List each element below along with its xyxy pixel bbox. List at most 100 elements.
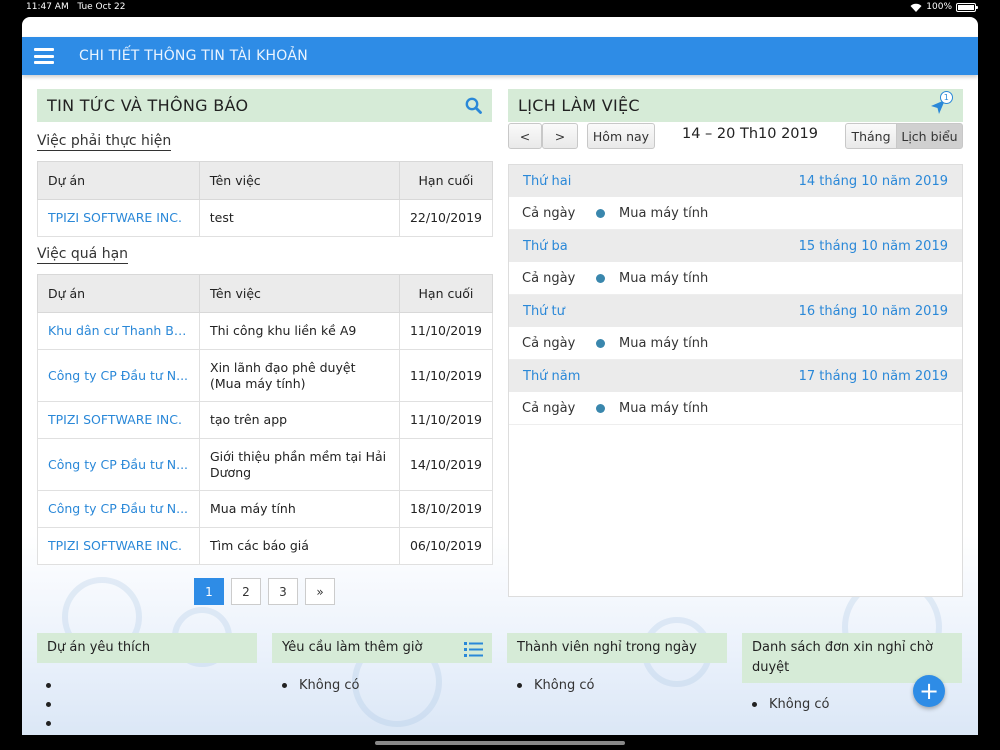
status-time: 11:47 AM Tue Oct 22 xyxy=(26,2,126,12)
task-name: Thi công khu liền kề A9 xyxy=(199,312,400,350)
due-date: 22/10/2019 xyxy=(398,199,494,237)
calendar-event[interactable]: Cả ngày Mua máy tính xyxy=(509,262,962,295)
project-link[interactable]: TPIZI SOFTWARE INC. xyxy=(37,199,200,237)
prev-week-button[interactable]: < xyxy=(508,123,542,149)
due-date: 11/10/2019 xyxy=(398,312,494,350)
event-dot-icon xyxy=(596,208,605,218)
full-date[interactable]: 16 tháng 10 năm 2019 xyxy=(799,304,948,319)
list-item[interactable] xyxy=(46,714,63,733)
table-row[interactable]: Công ty CP Đầu tư N... Xin lãnh đạo phê … xyxy=(37,349,494,402)
calendar-event[interactable]: Cả ngày Mua máy tính xyxy=(509,197,962,230)
event-time: Cả ngày xyxy=(522,335,576,351)
battery-icon xyxy=(956,2,978,12)
task-name: Tìm các báo giá xyxy=(199,527,400,565)
day-header: Thứ ba 15 tháng 10 năm 2019 xyxy=(509,230,962,262)
full-date[interactable]: 14 tháng 10 năm 2019 xyxy=(799,174,948,189)
day-header: Thứ hai 14 tháng 10 năm 2019 xyxy=(509,165,962,197)
event-dot-icon xyxy=(596,273,605,283)
calendar-header-label: LỊCH LÀM VIỆC xyxy=(518,96,640,115)
page-title: CHI TIẾT THÔNG TIN TÀI KHOẢN xyxy=(79,48,308,64)
search-icon[interactable] xyxy=(465,97,482,114)
news-header: TIN TỨC VÀ THÔNG BÁO xyxy=(37,89,492,122)
pagination: 1 2 3 » xyxy=(194,578,335,605)
overdue-section-title: Việc quá hạn xyxy=(37,246,129,264)
weekday[interactable]: Thứ tư xyxy=(523,304,565,319)
wifi-icon xyxy=(910,3,922,12)
home-indicator[interactable] xyxy=(375,741,625,745)
add-button[interactable]: + xyxy=(913,675,945,707)
due-date: 14/10/2019 xyxy=(398,438,494,491)
page-2-button[interactable]: 2 xyxy=(231,578,261,605)
month-view-button[interactable]: Tháng xyxy=(845,123,897,149)
table-row[interactable]: TPIZI SOFTWARE INC. test 22/10/2019 xyxy=(37,199,494,237)
app-screen: CHI TIẾT THÔNG TIN TÀI KHOẢN TIN TỨC VÀ … xyxy=(22,17,978,735)
table-row[interactable]: TPIZI SOFTWARE INC. Tìm các báo giá 06/1… xyxy=(37,527,494,565)
leave-today-header: Thành viên nghỉ trong ngày xyxy=(507,633,727,663)
list-item: Không có xyxy=(517,676,594,695)
due-date: 06/10/2019 xyxy=(398,527,494,565)
table-row[interactable]: Khu dân cư Thanh Bì... Thi công khu liền… xyxy=(37,312,494,350)
list-item[interactable] xyxy=(46,676,63,695)
project-link[interactable]: Công ty CP Đầu tư N... xyxy=(37,490,200,528)
pending-leave-list: Không có xyxy=(752,695,829,714)
overtime-header: Yêu cầu làm thêm giờ xyxy=(272,633,492,663)
status-bar: 11:47 AM Tue Oct 22 100% xyxy=(0,0,1000,16)
calendar-event[interactable]: Cả ngày Mua máy tính xyxy=(509,327,962,360)
table-row[interactable]: TPIZI SOFTWARE INC. tạo trên app 11/10/2… xyxy=(37,401,494,439)
list-item: Không có xyxy=(282,676,359,695)
favorites-list xyxy=(46,676,63,733)
event-dot-icon xyxy=(596,338,605,348)
table-row[interactable]: Công ty CP Đầu tư N... Mua máy tính 18/1… xyxy=(37,490,494,528)
weekday[interactable]: Thứ ba xyxy=(523,239,568,254)
favorites-header: Dự án yêu thích xyxy=(37,633,257,663)
project-link[interactable]: TPIZI SOFTWARE INC. xyxy=(37,527,200,565)
overtime-list: Không có xyxy=(282,676,359,695)
full-date[interactable]: 15 tháng 10 năm 2019 xyxy=(799,239,948,254)
list-item: Không có xyxy=(752,695,829,714)
column-project: Dự án xyxy=(37,274,200,313)
day-header: Thứ tư 16 tháng 10 năm 2019 xyxy=(509,295,962,327)
task-name: test xyxy=(198,199,400,237)
due-date: 18/10/2019 xyxy=(398,490,494,528)
menu-icon[interactable] xyxy=(34,48,54,64)
next-week-button[interactable]: > xyxy=(542,123,578,149)
due-date: 11/10/2019 xyxy=(398,349,494,402)
today-button[interactable]: Hôm nay xyxy=(587,123,655,149)
calendar-list: Thứ hai 14 tháng 10 năm 2019 Cả ngày Mua m… xyxy=(508,164,963,597)
event-dot-icon xyxy=(596,403,605,413)
project-link[interactable]: Khu dân cư Thanh Bì... xyxy=(37,312,200,350)
notification-badge: 1 xyxy=(940,91,953,104)
project-link[interactable]: Công ty CP Đầu tư N... xyxy=(37,349,200,402)
list-icon[interactable] xyxy=(464,642,483,657)
table-row[interactable]: Công ty CP Đầu tư N... Giới thiệu phần m… xyxy=(37,438,494,491)
task-name: Xin lãnh đạo phê duyệt (Mua máy tính) xyxy=(199,349,400,402)
event-title: Mua máy tính xyxy=(619,205,709,221)
status-right: 100% xyxy=(910,2,978,12)
full-date[interactable]: 17 tháng 10 năm 2019 xyxy=(799,369,948,384)
news-header-label: TIN TỨC VÀ THÔNG BÁO xyxy=(47,96,249,115)
weekday[interactable]: Thứ hai xyxy=(523,174,571,189)
page-3-button[interactable]: 3 xyxy=(268,578,298,605)
list-item[interactable] xyxy=(46,695,63,714)
app-bar: CHI TIẾT THÔNG TIN TÀI KHOẢN xyxy=(22,37,978,75)
leave-today-list: Không có xyxy=(517,676,594,695)
event-title: Mua máy tính xyxy=(619,270,709,286)
column-task: Tên việc xyxy=(199,274,400,313)
list-view-button[interactable]: Lịch biểu xyxy=(896,123,963,149)
week-range: 14 – 20 Th10 2019 xyxy=(682,126,818,142)
notification-icon[interactable]: 1 xyxy=(929,91,953,116)
todo-table-header: Dự án Tên việc Hạn cuối xyxy=(37,161,494,200)
column-due: Hạn cuối xyxy=(398,161,494,200)
project-link[interactable]: TPIZI SOFTWARE INC. xyxy=(37,401,200,439)
task-name: Giới thiệu phần mềm tại Hải Dương xyxy=(199,438,400,491)
column-task: Tên việc xyxy=(198,161,400,200)
page-1-button[interactable]: 1 xyxy=(194,578,224,605)
project-link[interactable]: Công ty CP Đầu tư N... xyxy=(37,438,200,491)
day-header: Thứ năm 17 tháng 10 năm 2019 xyxy=(509,360,962,392)
weekday[interactable]: Thứ năm xyxy=(523,369,580,384)
column-due: Hạn cuối xyxy=(398,274,494,313)
next-page-button[interactable]: » xyxy=(305,578,335,605)
event-title: Mua máy tính xyxy=(619,335,709,351)
calendar-event[interactable]: Cả ngày Mua máy tính xyxy=(509,392,962,425)
event-time: Cả ngày xyxy=(522,400,576,416)
